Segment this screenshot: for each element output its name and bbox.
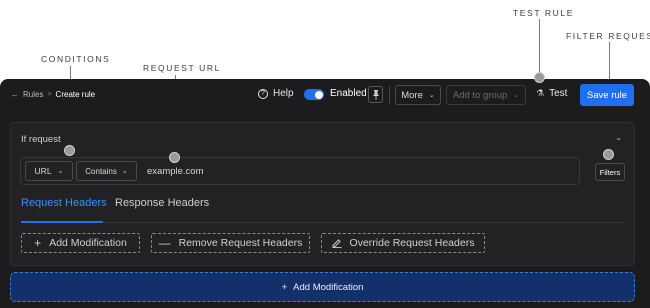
if-request-label: If request	[21, 134, 61, 145]
breadcrumb-rules[interactable]: Rules	[23, 90, 43, 99]
condition-row: URL ⌄ Contains ⌄	[20, 157, 580, 185]
toolbar-divider	[389, 86, 390, 104]
bottom-add-modification-label: Add Modification	[293, 281, 364, 293]
add-modification-label: Add Modification	[49, 237, 127, 249]
minus-icon: —	[158, 236, 171, 250]
callout-conditions-label: CONDITIONS	[41, 54, 111, 64]
help-icon: ?	[258, 88, 268, 99]
callout-request-url-label: REQUEST URL	[143, 63, 221, 73]
chevron-down-icon: ⌄	[121, 168, 128, 175]
top-bar: ← Rules > Create rule ? Help Enabled Mor…	[0, 79, 650, 113]
callout-test-rule-line	[539, 19, 540, 76]
more-label: More	[401, 89, 423, 101]
pin-button[interactable]	[368, 86, 383, 103]
back-arrow-icon[interactable]: ←	[11, 90, 19, 99]
remove-request-headers-button[interactable]: — Remove Request Headers	[151, 233, 310, 253]
filters-button[interactable]: Filters	[595, 163, 625, 181]
add-modification-button[interactable]: + Add Modification	[21, 233, 140, 253]
help-label: Help	[273, 88, 294, 99]
save-rule-button[interactable]: Save rule	[580, 84, 634, 106]
edit-icon	[332, 239, 342, 248]
operator-select[interactable]: Contains ⌄	[76, 161, 137, 181]
rule-editor-window: ← Rules > Create rule ? Help Enabled Mor…	[0, 79, 650, 308]
collapse-chevron-icon[interactable]: ⌄	[615, 133, 622, 142]
chevron-down-icon: ⌄	[513, 92, 520, 99]
callout-test-rule-dot	[534, 72, 545, 83]
callout-filter-requests-dot	[603, 149, 614, 160]
callout-filter-requests-label: FILTER REQUESTS	[566, 31, 650, 41]
pin-icon	[372, 90, 379, 100]
toggle-knob	[314, 90, 323, 99]
operator-value: Contains	[85, 166, 117, 176]
breadcrumb-separator: >	[47, 91, 52, 98]
breadcrumb: ← Rules > Create rule	[11, 90, 95, 99]
tab-request-headers[interactable]: Request Headers	[21, 197, 107, 223]
override-request-headers-button[interactable]: Override Request Headers	[321, 233, 485, 253]
more-dropdown[interactable]: More ⌄	[395, 85, 441, 105]
chevron-down-icon: ⌄	[428, 92, 435, 99]
callout-test-rule-label: TEST RULE	[513, 8, 575, 18]
tab-response-headers[interactable]: Response Headers	[115, 197, 209, 223]
test-label: Test	[549, 88, 568, 99]
enabled-label: Enabled	[330, 88, 367, 99]
request-url-input[interactable]	[147, 161, 567, 181]
add-to-group-label: Add to group	[452, 89, 508, 101]
override-request-headers-label: Override Request Headers	[349, 237, 475, 249]
plus-icon: +	[34, 236, 42, 250]
add-to-group-dropdown[interactable]: Add to group ⌄	[446, 85, 526, 105]
remove-request-headers-label: Remove Request Headers	[178, 237, 303, 249]
source-type-value: URL	[34, 166, 52, 176]
callout-request-url-dot	[169, 152, 180, 163]
test-button[interactable]: ⚗ Test	[536, 88, 567, 99]
header-tabs: Request Headers Response Headers	[21, 197, 624, 223]
enabled-toggle[interactable]	[304, 89, 324, 100]
bottom-add-modification-button[interactable]: + Add Modification	[10, 272, 635, 302]
rule-condition-card: If request ⌄ URL ⌄ Contains ⌄ Filters Re…	[10, 122, 635, 266]
chevron-down-icon: ⌄	[57, 168, 64, 175]
plus-icon: +	[281, 281, 288, 293]
active-tab-indicator	[21, 221, 103, 223]
help-button[interactable]: ? Help	[258, 88, 294, 99]
source-type-select[interactable]: URL ⌄	[25, 161, 73, 181]
flask-icon: ⚗	[536, 88, 545, 98]
callout-conditions-dot	[64, 145, 75, 156]
breadcrumb-current: Create rule	[55, 90, 96, 99]
